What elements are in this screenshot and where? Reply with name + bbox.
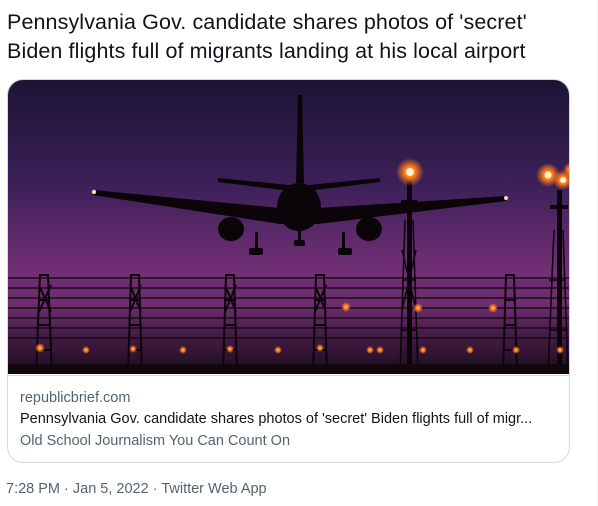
link-preview-card[interactable]: republicbrief.com Pennsylvania Gov. cand… (7, 79, 570, 463)
card-description: Old School Journalism You Can Count On (20, 433, 291, 449)
meta-separator: · (148, 481, 162, 497)
tweet-timestamp[interactable]: 7:28 PM · Jan 5, 2022 (6, 481, 149, 497)
tweet-time[interactable]: 7:28 PM (6, 481, 60, 497)
tweet-text: Pennsylvania Gov. candidate shares photo… (7, 8, 587, 66)
tweet-text-line-2: Biden flights full of migrants landing a… (7, 39, 526, 63)
tweet-source[interactable]: Twitter Web App (161, 481, 266, 497)
tweet-meta: 7:28 PM · Jan 5, 2022 · Twitter Web App (6, 481, 267, 497)
card-title: Pennsylvania Gov. candidate shares photo… (20, 411, 533, 427)
card-domain: republicbrief.com (20, 390, 131, 406)
tweet-date[interactable]: Jan 5, 2022 (73, 481, 149, 497)
card-text-block[interactable]: republicbrief.com Pennsylvania Gov. cand… (8, 375, 569, 462)
card-image-airplane-landing[interactable] (8, 80, 570, 374)
meta-separator: · (60, 481, 73, 497)
tweet-text-line-1: Pennsylvania Gov. candidate shares photo… (7, 10, 527, 34)
